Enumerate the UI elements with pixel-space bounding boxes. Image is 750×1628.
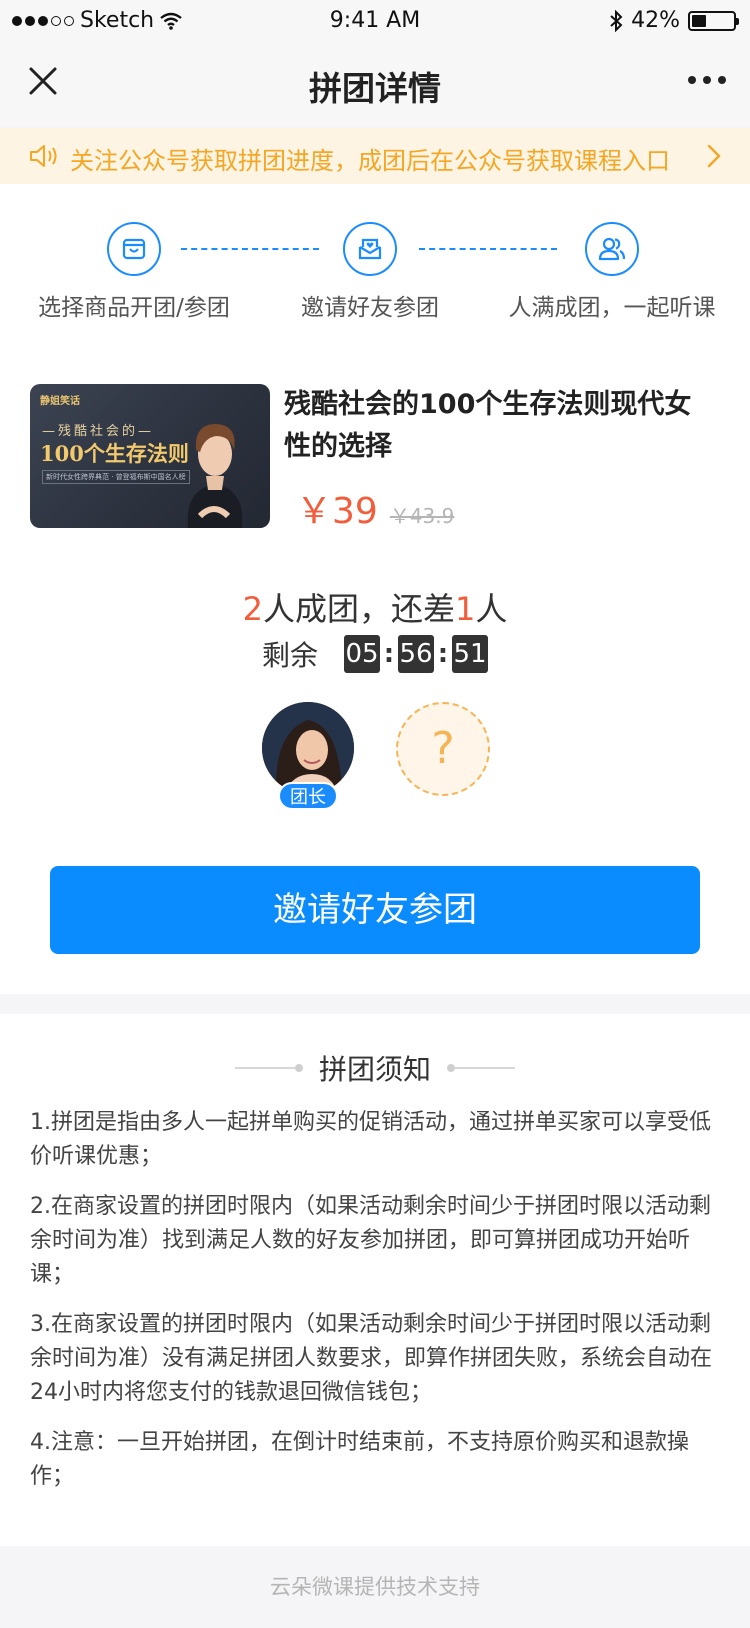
countdown-separator: :: [383, 639, 395, 669]
countdown-label: 剩余: [261, 639, 318, 672]
nav-bar: 拼团详情: [0, 40, 750, 126]
users-icon: [585, 222, 639, 276]
divider: [455, 1067, 515, 1069]
status-right: 42%: [609, 8, 739, 33]
group-status-suffix: 人: [475, 590, 508, 628]
cover-brand: 静姐笑话: [40, 396, 80, 407]
divider-dot: [447, 1064, 455, 1072]
leader-badge: 团长: [278, 782, 338, 810]
original-price: ￥43.9: [389, 504, 455, 528]
rules-title: 拼团须知: [318, 1053, 431, 1086]
rule-item: 1.拼团是指由多人一起拼单购买的促销活动，通过拼单买家可以享受低价听课优惠；: [30, 1110, 711, 1169]
footer-credit: 云朵微课提供技术支持: [0, 1546, 750, 1628]
rules-heading: 拼团须知: [0, 1048, 750, 1088]
status-bar: Sketch 9:41 AM 42%: [0, 0, 750, 40]
cover-title: 100个生存法则: [40, 441, 189, 466]
page: Sketch 9:41 AM 42% 拼团详情 关注公众号获取拼团进度，成团后在…: [0, 0, 750, 1628]
speaker-icon: [30, 145, 57, 167]
cover-subtitle: —残酷社会的—: [42, 424, 155, 439]
divider-dot: [294, 1064, 303, 1072]
step-label: 人满成团，一起听课: [508, 295, 716, 321]
rules-list: 1.拼团是指由多人一起拼单购买的促销活动，通过拼单买家可以享受低价听课优惠； 2…: [30, 1106, 720, 1510]
divider: [234, 1067, 295, 1069]
rule-item: 3.在商家设置的拼团时限内（如果活动剩余时间少于拼团时限以活动剩余时间为准）没有…: [30, 1312, 713, 1405]
cover-tagline: 新时代女性跨界典范 · 曾登福布斯中国名人榜: [42, 470, 190, 484]
product-cover-image[interactable]: 静姐笑话 —残酷社会的— 100个生存法则 新时代女性跨界典范 · 曾登福布斯中…: [30, 384, 270, 528]
bluetooth-icon: [610, 9, 623, 32]
group-status-text: 人成团，还差: [262, 590, 455, 628]
group-status: 2人成团，还差1人: [0, 584, 750, 630]
chevron-right-icon: [707, 144, 721, 168]
notice-bar[interactable]: 关注公众号获取拼团进度，成团后在公众号获取课程入口: [0, 128, 750, 184]
countdown-seconds: 51: [452, 635, 488, 673]
missing-count: 1: [455, 590, 476, 628]
notice-text: 关注公众号获取拼团进度，成团后在公众号获取课程入口: [70, 147, 670, 175]
process-steps: 选择商品开团/参团 邀请好友参团 人满成团，一起听课: [0, 222, 750, 332]
rule-item: 2.在商家设置的拼团时限内（如果活动剩余时间少于拼团时限以活动剩余时间为准）找到…: [30, 1194, 711, 1287]
battery-percent: 42%: [631, 8, 680, 33]
step-open-group: 选择商品开团/参团: [14, 222, 254, 322]
countdown-separator: :: [437, 639, 449, 669]
more-options-icon[interactable]: [688, 76, 726, 84]
step-label: 选择商品开团/参团: [38, 295, 230, 321]
required-count: 2: [242, 590, 263, 628]
envelope-heart-icon: [343, 222, 397, 276]
step-label: 邀请好友参团: [301, 295, 439, 321]
avatar[interactable]: [262, 702, 354, 794]
countdown-hours: 05: [344, 635, 380, 673]
invite-friends-button[interactable]: 邀请好友参团: [50, 866, 700, 954]
battery-fill: [692, 14, 707, 27]
rule-item: 4.注意：一旦开始拼团，在倒计时结束前，不支持原价购买和退款操作；: [30, 1430, 689, 1489]
author-portrait: [187, 424, 243, 528]
product-title: 残酷社会的100个生存法则现代女性的选择: [284, 389, 692, 462]
product-price: ￥39 ￥43.9: [296, 482, 454, 534]
group-members: 团长 ?: [0, 702, 750, 810]
step-complete: 人满成团，一起听课: [492, 222, 732, 322]
battery-icon: [688, 10, 739, 31]
countdown-minutes: 56: [398, 635, 434, 673]
group-price: ￥39: [296, 491, 378, 532]
countdown-timer: 剩余 05 : 56 : 51: [0, 634, 750, 674]
page-title: 拼团详情: [309, 69, 441, 108]
product-info[interactable]: 静姐笑话 —残酷社会的— 100个生存法则 新时代女性跨界典范 · 曾登福布斯中…: [30, 384, 720, 532]
step-invite: 邀请好友参团: [250, 222, 490, 322]
empty-member-slot[interactable]: ?: [396, 702, 490, 796]
group-detail-card: 选择商品开团/参团 邀请好友参团 人满成团，一起听课 静姐笑话 —残酷社会的— …: [0, 184, 750, 994]
group-rules-card: 拼团须知 1.拼团是指由多人一起拼单购买的促销活动，通过拼单买家可以享受低价听课…: [0, 1014, 750, 1546]
shopping-bag-icon: [107, 222, 161, 276]
